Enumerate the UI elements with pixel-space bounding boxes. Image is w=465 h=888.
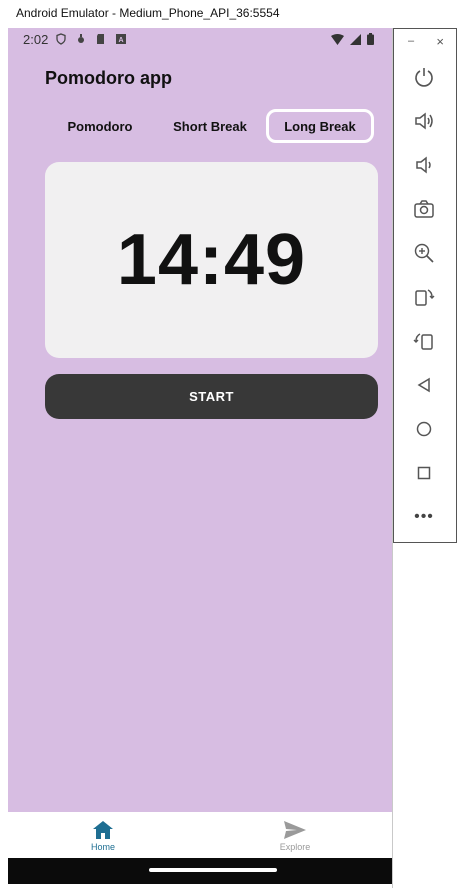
send-icon bbox=[284, 821, 306, 839]
zoom-button[interactable] bbox=[412, 241, 436, 265]
volume-down-button[interactable] bbox=[412, 153, 436, 177]
status-icons-right bbox=[331, 33, 374, 45]
sd-card-icon bbox=[97, 34, 104, 44]
shield-icon bbox=[56, 33, 66, 45]
app-title: Pomodoro app bbox=[45, 68, 172, 88]
tab-short-break[interactable]: Short Break bbox=[155, 109, 265, 143]
more-button[interactable]: ••• bbox=[412, 505, 436, 529]
power-button[interactable] bbox=[412, 65, 436, 89]
timer-display: 14:49 bbox=[116, 220, 307, 300]
gesture-navigation-area bbox=[8, 858, 392, 884]
nav-home-label: Home bbox=[90, 842, 115, 852]
timer-mode-tabs: Pomodoro Short Break Long Break bbox=[45, 109, 378, 143]
back-button[interactable] bbox=[412, 373, 436, 397]
status-time: 2:02 bbox=[23, 32, 49, 47]
status-icons-left: A bbox=[55, 33, 127, 45]
more-icon: ••• bbox=[414, 508, 434, 525]
volume-down-icon bbox=[416, 156, 431, 174]
overview-icon bbox=[417, 466, 431, 480]
gesture-handle[interactable] bbox=[149, 868, 277, 872]
emulator-window: Android Emulator - Medium_Phone_API_36:5… bbox=[0, 0, 393, 888]
tab-pomodoro[interactable]: Pomodoro bbox=[45, 109, 155, 143]
minimize-button[interactable]: – bbox=[408, 35, 414, 47]
rotate-right-button[interactable] bbox=[412, 329, 436, 353]
wifi-icon bbox=[331, 33, 344, 45]
home-button[interactable] bbox=[412, 417, 436, 441]
overview-button[interactable] bbox=[412, 461, 436, 485]
nav-explore-label: Explore bbox=[279, 842, 311, 852]
battery-icon bbox=[367, 33, 374, 45]
window-title: Android Emulator - Medium_Phone_API_36:5… bbox=[16, 6, 280, 20]
power-icon bbox=[415, 68, 433, 87]
back-icon bbox=[417, 377, 430, 393]
rotate-left-icon bbox=[415, 289, 435, 306]
rotate-right-icon bbox=[413, 333, 433, 350]
tab-long-break[interactable]: Long Break bbox=[266, 109, 374, 143]
camera-icon bbox=[414, 200, 434, 218]
screenshot-button[interactable] bbox=[412, 197, 436, 221]
volume-up-icon bbox=[415, 112, 433, 130]
font-icon: A bbox=[116, 34, 126, 44]
timer-card: 14:49 bbox=[45, 162, 378, 358]
nav-explore[interactable]: Explore bbox=[235, 812, 355, 858]
screen: Android Emulator - Medium_Phone_API_36:5… bbox=[0, 0, 465, 888]
window-titlebar: Android Emulator - Medium_Phone_API_36:5… bbox=[0, 0, 393, 28]
signal-icon bbox=[350, 33, 361, 45]
toolbar-header: – × bbox=[394, 34, 456, 49]
status-bar: 2:02 A bbox=[8, 28, 392, 52]
nav-home[interactable]: Home bbox=[43, 812, 163, 858]
svg-text:A: A bbox=[118, 37, 123, 44]
volume-up-button[interactable] bbox=[412, 109, 436, 133]
debug-icon bbox=[78, 34, 84, 43]
home-icon bbox=[93, 821, 113, 839]
start-button[interactable]: START bbox=[45, 374, 378, 419]
phone-screen: 2:02 A Pomodoro app Pomodoro Short Break… bbox=[8, 28, 392, 884]
rotate-left-button[interactable] bbox=[412, 285, 436, 309]
zoom-in-icon bbox=[414, 243, 434, 263]
emulator-toolbar: – × ••• bbox=[393, 28, 457, 543]
close-button[interactable]: × bbox=[436, 34, 444, 49]
home-circle-icon bbox=[416, 421, 432, 437]
bottom-navigation: Home Explore bbox=[8, 812, 392, 858]
